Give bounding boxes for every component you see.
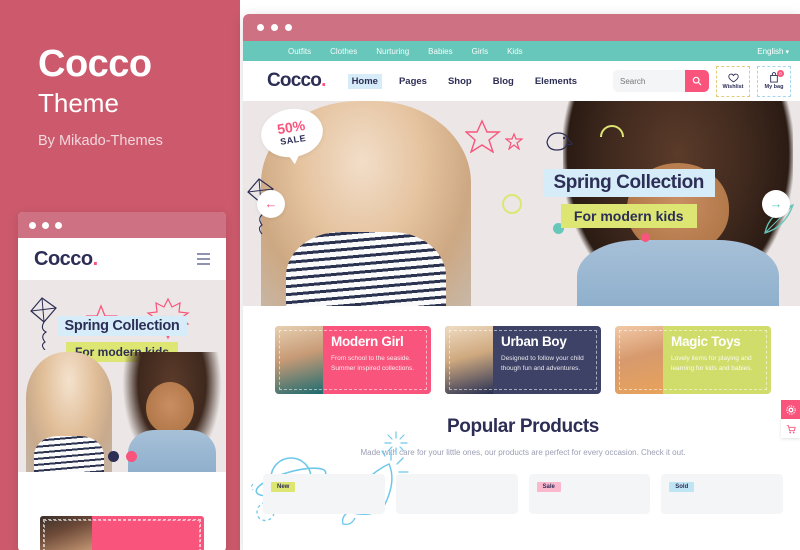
nav-item-blog[interactable]: Blog <box>489 74 518 89</box>
topbar-link-kids[interactable]: Kids <box>507 47 523 56</box>
mobile-preview: Cocco. Spring Collection For modern <box>18 212 226 550</box>
search-button[interactable] <box>685 70 709 92</box>
promo-photo <box>615 326 663 394</box>
promo-desc: Lovely items for playing and learning fo… <box>671 354 753 372</box>
window-dot <box>55 221 62 229</box>
product-badge-sale: Sale <box>536 482 561 492</box>
window-dot <box>29 221 36 229</box>
shopping-cart-icon <box>786 424 796 433</box>
mobile-slider-dots[interactable] <box>18 451 226 462</box>
bag-button[interactable]: 0 My bag <box>757 65 791 97</box>
popular-products-section: Popular Products Made with care for your… <box>243 394 800 526</box>
settings-icon[interactable] <box>781 400 800 419</box>
search-box <box>613 70 709 92</box>
search-input[interactable] <box>613 70 685 92</box>
mobile-promo-card[interactable] <box>40 516 204 550</box>
topbar-link-clothes[interactable]: Clothes <box>330 47 357 56</box>
mobile-hero: Spring Collection For modern kids <box>18 280 226 472</box>
browser-window: Outfits Clothes Nurturing Babies Girls K… <box>243 14 800 550</box>
product-card[interactable]: Sale <box>528 474 651 514</box>
product-badge-new: New <box>271 482 296 492</box>
language-label: English <box>757 46 784 56</box>
star-doodle-icon <box>465 119 501 153</box>
mobile-promo-photo <box>40 516 92 550</box>
products-title: Popular Products <box>447 416 599 437</box>
window-dot-minimize[interactable] <box>271 24 278 31</box>
promo-card-urban-boy[interactable]: Urban Boy Designed to follow your child … <box>445 326 601 394</box>
mobile-hero-heading: Spring Collection <box>56 316 188 336</box>
site-navigation: Cocco. Home Pages Shop Blog Elements Sea… <box>243 61 800 101</box>
wishlist-button[interactable]: Wishlist <box>716 65 750 97</box>
mobile-logo-dot: . <box>92 247 99 270</box>
brand-block: Cocco Theme By Mikado-Themes <box>38 45 228 149</box>
search-icon <box>692 76 702 86</box>
window-dot <box>42 221 49 229</box>
heart-icon <box>727 73 739 82</box>
window-dot-close[interactable] <box>257 24 264 31</box>
product-card[interactable]: New <box>263 474 385 514</box>
topbar-link-babies[interactable]: Babies <box>428 47 452 56</box>
nav-item-shop[interactable]: Shop <box>444 74 476 89</box>
site-logo-text: Cocco <box>267 70 322 91</box>
topbar-link-outfits[interactable]: Outfits <box>288 47 311 56</box>
nav-right-actions: Wishlist 0 My bag <box>613 65 791 97</box>
wishlist-label: Wishlist <box>722 83 744 90</box>
side-buttons <box>781 400 800 438</box>
nav-item-elements[interactable]: Elements <box>531 74 581 89</box>
product-card[interactable] <box>395 474 518 514</box>
sale-word: SALE <box>279 132 307 147</box>
promo-card-magic-toys[interactable]: Magic Toys Lovely items for playing and … <box>615 326 771 394</box>
page-title: Cocco <box>38 43 152 85</box>
site-logo-dot: . <box>321 70 326 91</box>
nav-links: Home Pages Shop Blog Elements <box>347 73 582 89</box>
bag-count-badge: 0 <box>777 69 784 77</box>
window-dot-maximize[interactable] <box>285 24 292 31</box>
promo-title: Magic Toys <box>671 334 741 349</box>
circle-doodle-icon <box>502 194 522 214</box>
browser-titlebar <box>243 14 800 41</box>
site-topbar: Outfits Clothes Nurturing Babies Girls K… <box>243 41 800 61</box>
hero-slider: 50% SALE Spring Collection For modern ki… <box>243 101 800 306</box>
bag-label: My bag <box>764 84 784 90</box>
hero-heading: Spring Collection <box>542 169 715 197</box>
promo-title: Urban Boy <box>501 334 567 349</box>
page-subtitle: Theme <box>38 88 119 118</box>
products-subtitle: Made with care for your little ones, our… <box>360 448 686 457</box>
promo-photo <box>445 326 493 394</box>
promo-desc: From school to the seaside. Summer inspi… <box>331 354 415 372</box>
nav-item-pages[interactable]: Pages <box>395 74 431 89</box>
mobile-logo-text: Cocco <box>34 247 93 270</box>
slider-dot[interactable] <box>107 451 119 462</box>
mobile-header: Cocco. <box>18 238 226 280</box>
promo-desc: Designed to follow your child though fun… <box>501 354 584 372</box>
hero-subheading: For modern kids <box>560 204 697 228</box>
topbar-links: Outfits Clothes Nurturing Babies Girls K… <box>288 47 523 56</box>
product-badge-sold: Sold <box>669 482 695 492</box>
arrow-right-icon[interactable]: → <box>762 189 790 218</box>
gear-icon <box>785 404 796 415</box>
slider-dot[interactable] <box>125 451 137 462</box>
nav-item-home[interactable]: Home <box>347 73 382 89</box>
promo-cards-row: Modern Girl From school to the seaside. … <box>243 306 800 394</box>
mobile-titlebar <box>18 212 226 238</box>
products-row: New Sale Sold <box>243 460 800 514</box>
hero-text-block: Spring Collection For modern kids <box>542 169 715 228</box>
promo-photo <box>275 326 323 394</box>
chevron-down-icon: ▾ <box>785 48 789 56</box>
cart-icon[interactable] <box>781 419 800 438</box>
promo-title: Modern Girl <box>331 334 404 349</box>
mobile-logo[interactable]: Cocco. <box>34 248 98 271</box>
promo-panel: Cocco Theme By Mikado-Themes Cocco. Spri… <box>0 0 240 550</box>
arrow-left-icon[interactable]: ← <box>257 189 285 218</box>
topbar-link-nurturing[interactable]: Nurturing <box>376 47 409 56</box>
hamburger-icon[interactable] <box>197 253 210 265</box>
promo-card-modern-girl[interactable]: Modern Girl From school to the seaside. … <box>275 326 431 394</box>
site-logo[interactable]: Cocco. <box>267 70 326 92</box>
topbar-link-girls[interactable]: Girls <box>472 47 488 56</box>
product-card[interactable]: Sold <box>661 474 783 514</box>
author-credit: By Mikado-Themes <box>38 133 163 149</box>
language-selector[interactable]: English ▾ <box>757 47 789 56</box>
small-star-doodle-icon <box>505 133 523 150</box>
